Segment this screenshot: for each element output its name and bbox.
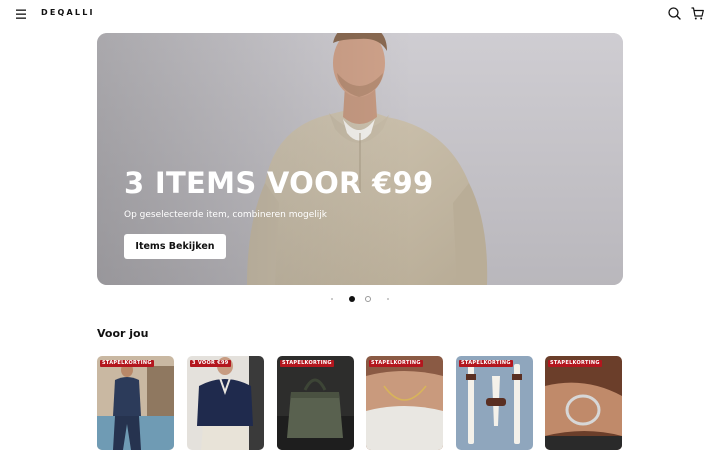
carousel-dot-3[interactable]	[365, 296, 371, 302]
product-card-2[interactable]: 3 VOOR €99	[187, 356, 264, 450]
product-image-outfit	[97, 356, 174, 450]
product-image-suspenders	[456, 356, 533, 450]
product-image-necklace	[366, 356, 443, 450]
section-title-for-you: Voor jou	[97, 327, 149, 340]
product-image-bracelet	[545, 356, 622, 450]
discount-badge: STAPELKORTING	[548, 360, 602, 367]
discount-badge: STAPELKORTING	[369, 360, 423, 367]
product-card-4[interactable]: STAPELKORTING	[366, 356, 443, 450]
carousel-dot-4[interactable]	[387, 298, 389, 300]
hero-title: 3 ITEMS VOOR €99	[124, 166, 434, 200]
product-image-bag	[277, 356, 354, 450]
product-card-1[interactable]: STAPELKORTING	[97, 356, 174, 450]
discount-badge: STAPELKORTING	[280, 360, 334, 367]
discount-badge: STAPELKORTING	[459, 360, 513, 367]
cart-icon[interactable]	[690, 6, 705, 21]
discount-badge: STAPELKORTING	[100, 360, 154, 367]
product-card-5[interactable]: STAPELKORTING	[456, 356, 533, 450]
carousel-dot-2-active[interactable]	[349, 296, 355, 302]
brand-logo[interactable]: DEQALLI	[41, 8, 95, 17]
carousel-dot-1[interactable]	[331, 298, 333, 300]
product-image-sweater	[187, 356, 264, 450]
hero-subtitle: Op geselecteerde item, combineren mogeli…	[124, 210, 327, 220]
product-card-6[interactable]: STAPELKORTING	[545, 356, 622, 450]
hero-banner[interactable]: 3 ITEMS VOOR €99 Op geselecteerde item, …	[97, 33, 623, 285]
view-items-button[interactable]: Items Bekijken	[124, 234, 226, 259]
search-icon[interactable]	[667, 6, 682, 21]
hamburger-menu-icon[interactable]	[13, 6, 30, 22]
top-header: DEQALLI	[0, 0, 720, 28]
product-card-3[interactable]: STAPELKORTING	[277, 356, 354, 450]
discount-badge: 3 VOOR €99	[190, 360, 231, 367]
